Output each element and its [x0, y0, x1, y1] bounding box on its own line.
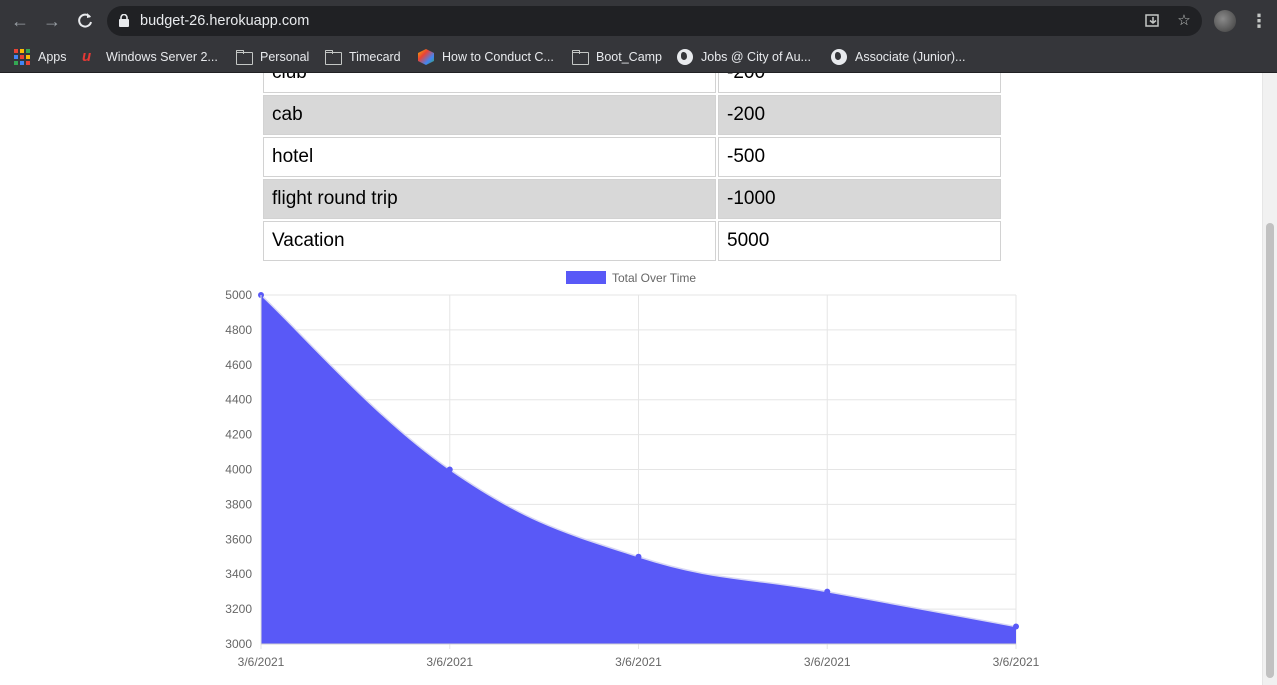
- y-tick-label: 3000: [225, 637, 252, 651]
- transaction-value: 5000: [718, 221, 1001, 261]
- total-over-time-chart: 3000 3200 3400 3600 3800 4000 4200 4400 4600 4800…: [225, 271, 1040, 669]
- transaction-name: hotel: [263, 137, 716, 177]
- x-tick-label: 3/6/2021: [804, 655, 851, 669]
- data-point: [1013, 623, 1019, 630]
- transaction-name: club: [263, 73, 716, 93]
- y-tick-label: 3600: [225, 532, 252, 546]
- data-point: [635, 553, 642, 560]
- bookmark-associate[interactable]: Associate (Junior)...: [831, 46, 965, 68]
- transaction-name: cab: [263, 95, 716, 135]
- bookmark-label: How to Conduct C...: [442, 50, 554, 64]
- back-arrow-icon[interactable]: ←: [9, 10, 31, 32]
- x-tick-label: 3/6/2021: [993, 655, 1040, 669]
- url-text: budget-26.herokuapp.com: [140, 13, 310, 29]
- y-tick-label: 4800: [225, 323, 252, 337]
- transaction-value: -200: [718, 95, 1001, 135]
- transaction-value: -500: [718, 137, 1001, 177]
- browser-toolbar: ← → budget-26.herokuapp.com ☆ ⋮: [0, 0, 1277, 41]
- table-row: Vacation 5000: [263, 221, 1001, 261]
- page-content: club -200 cab -200 hotel -500 flight rou…: [0, 73, 1277, 685]
- globe-icon: [677, 49, 693, 65]
- y-tick-label: 3200: [225, 602, 252, 616]
- page-scrollbar[interactable]: [1262, 73, 1277, 685]
- y-tick-label: 4600: [225, 358, 252, 372]
- bookmark-label: Windows Server 2...: [106, 50, 218, 64]
- y-tick-label: 5000: [225, 288, 252, 302]
- transaction-value: -200: [718, 73, 1001, 93]
- bookmarks-bar: Apps u Windows Server 2... Personal Time…: [0, 41, 1277, 73]
- lock-icon: [119, 14, 129, 27]
- y-tick-label: 3800: [225, 497, 252, 511]
- bookmark-personal[interactable]: Personal: [236, 46, 309, 68]
- bookmark-label: Jobs @ City of Au...: [701, 50, 811, 64]
- x-tick-label: 3/6/2021: [238, 655, 285, 669]
- bookmark-label: Apps: [38, 50, 67, 64]
- folder-icon: [236, 49, 253, 65]
- install-app-icon[interactable]: [1144, 12, 1162, 30]
- data-point: [446, 466, 453, 473]
- globe-icon: [831, 49, 847, 65]
- x-tick-label: 3/6/2021: [426, 655, 473, 669]
- folder-icon: [572, 49, 589, 65]
- site-icon: [418, 49, 434, 65]
- bookmark-label: Timecard: [349, 50, 401, 64]
- bookmark-jobs-city[interactable]: Jobs @ City of Au...: [677, 46, 811, 68]
- y-tick-label: 4200: [225, 428, 252, 442]
- profile-avatar[interactable]: [1214, 10, 1236, 32]
- table-row: cab -200: [263, 95, 1001, 135]
- transaction-name: Vacation: [263, 221, 716, 261]
- legend-label: Total Over Time: [612, 271, 696, 285]
- bookmark-how-to-conduct[interactable]: How to Conduct C...: [418, 46, 554, 68]
- x-tick-label: 3/6/2021: [615, 655, 662, 669]
- bookmark-label: Personal: [260, 50, 310, 64]
- menu-kebab-icon[interactable]: ⋮: [1250, 10, 1268, 32]
- y-tick-label: 3400: [225, 567, 252, 581]
- bookmark-boot-camp[interactable]: Boot_Camp: [572, 46, 662, 68]
- reload-icon[interactable]: [74, 10, 96, 32]
- y-tick-label: 4000: [225, 463, 252, 477]
- table-row: flight round trip -1000: [263, 179, 1001, 219]
- legend-swatch: [566, 271, 606, 284]
- bookmark-label: Boot_Camp: [596, 50, 663, 64]
- bookmark-star-icon[interactable]: ☆: [1175, 12, 1193, 30]
- transactions-table: club -200 cab -200 hotel -500 flight rou…: [261, 73, 1003, 263]
- y-tick-label: 4400: [225, 393, 252, 407]
- address-bar[interactable]: budget-26.herokuapp.com ☆: [107, 6, 1202, 36]
- table-row: club -200: [263, 73, 1001, 93]
- forward-arrow-icon[interactable]: →: [41, 10, 63, 32]
- transaction-name: flight round trip: [263, 179, 716, 219]
- bookmark-apps[interactable]: Apps: [14, 46, 67, 68]
- apps-icon: [14, 49, 30, 65]
- transaction-value: -1000: [718, 179, 1001, 219]
- bookmark-timecard[interactable]: Timecard: [325, 46, 401, 68]
- bookmark-windows-server[interactable]: u Windows Server 2...: [82, 46, 218, 68]
- table-row: hotel -500: [263, 137, 1001, 177]
- scrollbar-thumb[interactable]: [1266, 223, 1274, 678]
- site-icon: u: [82, 48, 92, 65]
- data-point: [824, 588, 831, 595]
- bookmark-label: Associate (Junior)...: [855, 50, 966, 64]
- folder-icon: [325, 49, 342, 65]
